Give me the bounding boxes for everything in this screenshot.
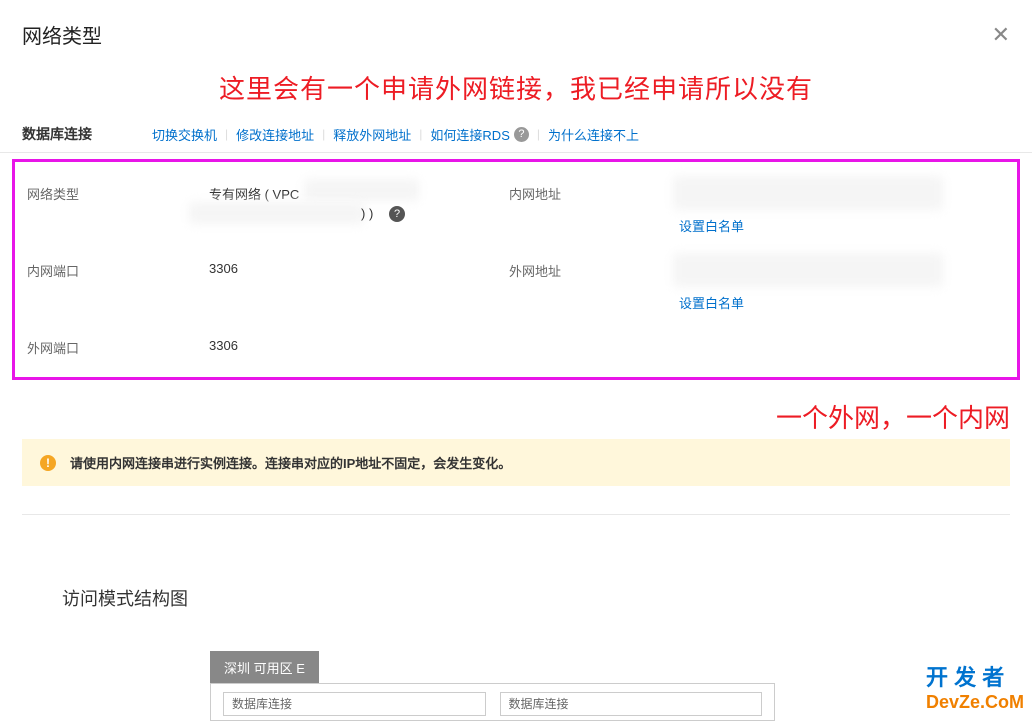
why-fail-link[interactable]: 为什么连接不上: [548, 125, 639, 144]
external-addr-label: 外网地址: [509, 261, 679, 312]
inner-box-2: 数据库连接: [500, 692, 763, 716]
internal-addr-value: 设置白名单: [679, 184, 1005, 235]
help-icon[interactable]: ?: [514, 127, 529, 142]
help-icon[interactable]: ?: [389, 206, 405, 222]
zone-box: 数据库连接 数据库连接: [210, 683, 775, 721]
diagram-title: 访问模式结构图: [62, 585, 1032, 611]
notice-text: 请使用内网连接串进行实例连接。连接串对应的IP地址不固定，会发生变化。: [70, 453, 511, 472]
section-header: 数据库连接 切换交换机 | 修改连接地址 | 释放外网地址 | 如何连接RDS …: [0, 114, 1032, 153]
external-port-label: 外网端口: [27, 338, 209, 357]
annotation-top: 这里会有一个申请外网链接，我已经申请所以没有: [0, 69, 1032, 106]
zone-badge: 深圳 可用区 E: [210, 651, 319, 684]
external-port-value: 3306: [209, 338, 509, 357]
network-type-value: 专有网络 ( VPC ) ) ?: [209, 184, 509, 235]
warning-icon: !: [40, 455, 56, 471]
separator: |: [225, 127, 228, 141]
internal-port-label: 内网端口: [27, 261, 209, 312]
separator: |: [322, 127, 325, 141]
divider: [22, 514, 1010, 515]
info-panel: 网络类型 专有网络 ( VPC ) ) ? 内网地址 设置白名单 内网端口 33…: [12, 159, 1020, 380]
separator: |: [419, 127, 422, 141]
external-addr-value: 设置白名单: [679, 261, 1005, 312]
whitelist-link[interactable]: 设置白名单: [679, 293, 744, 312]
modify-addr-link[interactable]: 修改连接地址: [236, 125, 314, 144]
how-connect-link[interactable]: 如何连接RDS: [430, 125, 509, 144]
network-type-label: 网络类型: [27, 184, 209, 235]
notice-bar: ! 请使用内网连接串进行实例连接。连接串对应的IP地址不固定，会发生变化。: [22, 439, 1010, 486]
diagram-area: 深圳 可用区 E 数据库连接 数据库连接: [210, 651, 1010, 721]
close-icon[interactable]: ✕: [992, 24, 1010, 46]
separator: |: [537, 127, 540, 141]
whitelist-link[interactable]: 设置白名单: [679, 216, 744, 235]
internal-port-value: 3306: [209, 261, 509, 312]
modal-title: 网络类型: [22, 20, 102, 49]
inner-box-1: 数据库连接: [223, 692, 486, 716]
release-public-link[interactable]: 释放外网地址: [333, 125, 411, 144]
switch-switch-link[interactable]: 切换交换机: [152, 125, 217, 144]
annotation-right: 一个外网，一个内网: [0, 398, 1032, 435]
internal-addr-label: 内网地址: [509, 184, 679, 235]
section-title: 数据库连接: [22, 124, 92, 144]
